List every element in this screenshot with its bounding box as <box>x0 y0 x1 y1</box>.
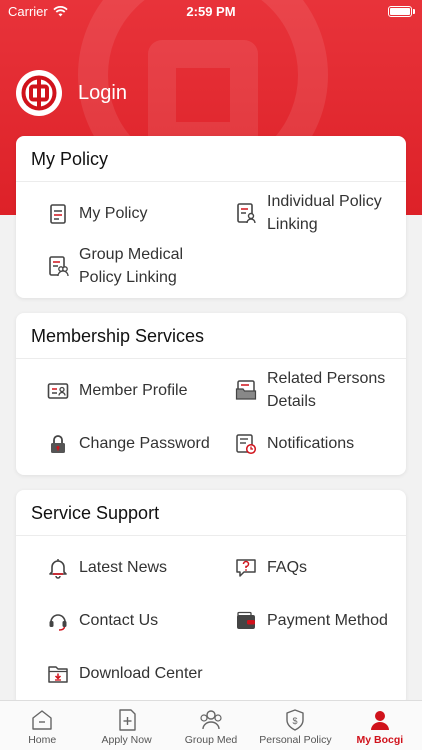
menu-item-contact-us[interactable]: Contact Us <box>47 609 158 632</box>
menu-item-label: FAQs <box>267 559 308 576</box>
tab-label: My Bocgi <box>356 734 404 746</box>
menu-item-change-password[interactable]: Change Password <box>47 432 210 455</box>
battery-tip <box>413 9 415 14</box>
menu-item-notifications[interactable]: Notifications <box>235 432 354 455</box>
section-title-my-policy: My Policy <box>16 136 406 182</box>
menu-item-member-profile[interactable]: Member Profile <box>47 379 187 402</box>
menu-item-my-policy[interactable]: My Policy <box>47 202 147 225</box>
bottom-tab-bar: Home Apply Now Group Med $ Personal Poli… <box>0 700 422 750</box>
add-document-icon <box>118 709 136 731</box>
shield-dollar-icon: $ <box>286 709 305 731</box>
document-icon <box>47 203 69 225</box>
watermark-square <box>148 40 258 150</box>
tab-apply-now[interactable]: Apply Now <box>84 701 168 750</box>
menu-item-related-persons-details[interactable]: Related Persons Details <box>235 367 400 413</box>
menu-item-individual-policy-linking[interactable]: Individual Policy Linking <box>235 190 395 236</box>
tab-label: Personal Policy <box>259 734 332 746</box>
svg-text:$: $ <box>293 716 298 726</box>
section-title-membership: Membership Services <box>16 313 406 359</box>
user-icon <box>370 711 389 730</box>
home-icon <box>32 710 52 730</box>
battery-icon <box>388 6 412 17</box>
tab-label: Group Med <box>184 734 238 746</box>
card-membership-services: Membership Services Member Profile Relat… <box>16 313 406 475</box>
question-chat-icon <box>235 557 257 579</box>
folder-document-icon <box>235 379 257 401</box>
menu-item-latest-news[interactable]: Latest News <box>47 556 167 579</box>
menu-item-label: Payment Method <box>267 612 388 629</box>
tab-label: Home <box>28 734 57 746</box>
menu-item-payment-method[interactable]: Payment Method <box>235 609 388 632</box>
menu-item-download-center[interactable]: Download Center <box>47 662 203 685</box>
id-card-icon <box>47 380 69 402</box>
tab-personal-policy[interactable]: $ Personal Policy <box>253 701 337 750</box>
menu-item-label: Related Persons Details <box>267 370 386 410</box>
bank-logo-icon <box>16 70 62 116</box>
menu-item-faqs[interactable]: FAQs <box>235 556 307 579</box>
tab-label: Apply Now <box>101 734 152 746</box>
login-link[interactable]: Login <box>78 82 127 105</box>
group-people-icon <box>200 710 222 730</box>
download-folder-icon <box>47 663 69 685</box>
card-service-support: Service Support Latest News FAQs Contact… <box>16 490 406 706</box>
menu-item-label: Member Profile <box>79 382 188 399</box>
menu-item-label: Group Medical Policy Linking <box>79 246 184 286</box>
tab-group-med[interactable]: Group Med <box>169 701 253 750</box>
status-bar: Carrier 2:59 PM <box>0 0 422 24</box>
status-time: 2:59 PM <box>186 4 236 19</box>
menu-item-label: Latest News <box>79 559 168 576</box>
menu-item-label: Change Password <box>79 435 210 452</box>
menu-item-group-medical-policy-linking[interactable]: Group Medical Policy Linking <box>47 243 217 289</box>
headset-icon <box>47 610 69 632</box>
menu-item-label: Notifications <box>267 435 355 452</box>
menu-item-label: Individual Policy Linking <box>267 193 382 233</box>
tab-home[interactable]: Home <box>0 701 84 750</box>
menu-item-label: My Policy <box>79 205 148 222</box>
menu-item-label: Download Center <box>79 665 203 682</box>
notification-clock-icon <box>235 433 257 455</box>
card-my-policy: My Policy My Policy Individual Policy Li… <box>16 136 406 298</box>
menu-item-label: Contact Us <box>79 612 159 629</box>
wallet-icon <box>235 610 257 632</box>
lock-icon <box>47 433 69 455</box>
person-document-icon <box>235 202 257 224</box>
tab-my-bocgi[interactable]: My Bocgi <box>338 701 422 750</box>
login-row[interactable]: Login <box>16 70 127 116</box>
section-title-support: Service Support <box>16 490 406 536</box>
bell-icon <box>47 557 69 579</box>
group-document-icon <box>47 255 69 277</box>
